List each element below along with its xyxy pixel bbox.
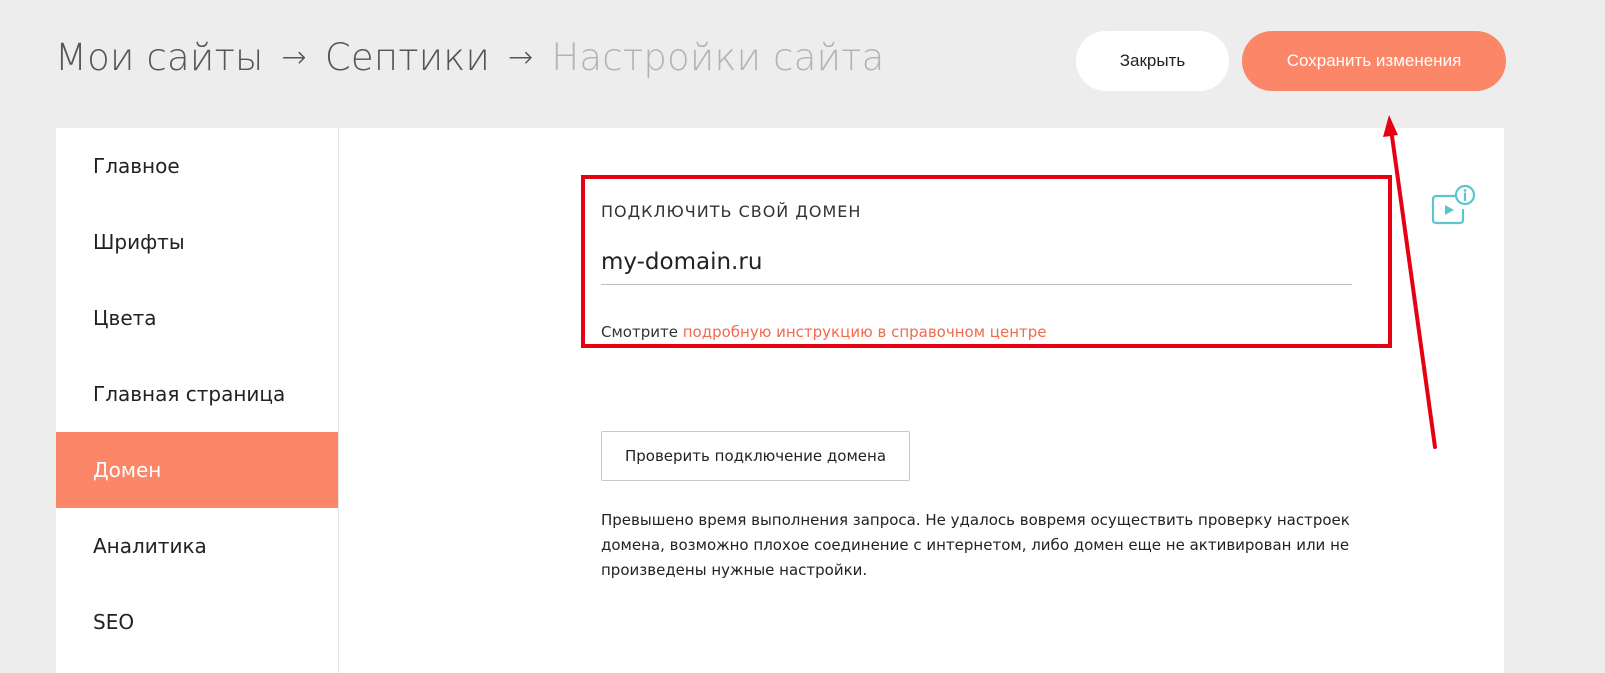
help-center-link[interactable]: подробную инструкцию в справочном центре — [683, 323, 1047, 341]
sidebar-item-seo[interactable]: SEO — [56, 584, 338, 660]
save-changes-button[interactable]: Сохранить изменения — [1242, 31, 1506, 91]
help-line: Смотрите подробную инструкцию в справочн… — [601, 323, 1047, 341]
breadcrumb-my-sites[interactable]: Мои сайты — [55, 36, 264, 79]
video-info-icon-svg — [1431, 184, 1476, 225]
sidebar-item-fonts[interactable]: Шрифты — [56, 204, 338, 280]
error-message: Превышено время выполнения запроса. Не у… — [601, 511, 1350, 579]
settings-panel: Главное Шрифты Цвета Главная страница До… — [56, 128, 1504, 673]
help-prefix: Смотрите — [601, 323, 678, 341]
sidebar-item-home-page[interactable]: Главная страница — [56, 356, 338, 432]
video-info-icon[interactable] — [1430, 184, 1478, 226]
domain-input[interactable] — [601, 240, 1352, 285]
breadcrumb: Мои сайты → Септики → Настройки сайта — [55, 36, 885, 79]
breadcrumb-current: Настройки сайта — [551, 36, 885, 79]
breadcrumb-arrow-icon: → — [508, 40, 534, 75]
sidebar-item-domain[interactable]: Домен — [56, 432, 338, 508]
domain-field-label: ПОДКЛЮЧИТЬ СВОЙ ДОМЕН — [601, 202, 862, 221]
breadcrumb-site[interactable]: Септики — [325, 36, 490, 79]
breadcrumb-arrow-icon: → — [281, 40, 307, 75]
sidebar-item-analytics[interactable]: Аналитика — [56, 508, 338, 584]
domain-settings-content: ПОДКЛЮЧИТЬ СВОЙ ДОМЕН Смотрите подробную… — [339, 128, 1504, 673]
settings-sidebar: Главное Шрифты Цвета Главная страница До… — [56, 128, 339, 673]
check-domain-button[interactable]: Проверить подключение домена — [601, 431, 910, 481]
sidebar-item-colors[interactable]: Цвета — [56, 280, 338, 356]
close-button[interactable]: Закрыть — [1076, 31, 1229, 91]
sidebar-item-main[interactable]: Главное — [56, 128, 338, 204]
